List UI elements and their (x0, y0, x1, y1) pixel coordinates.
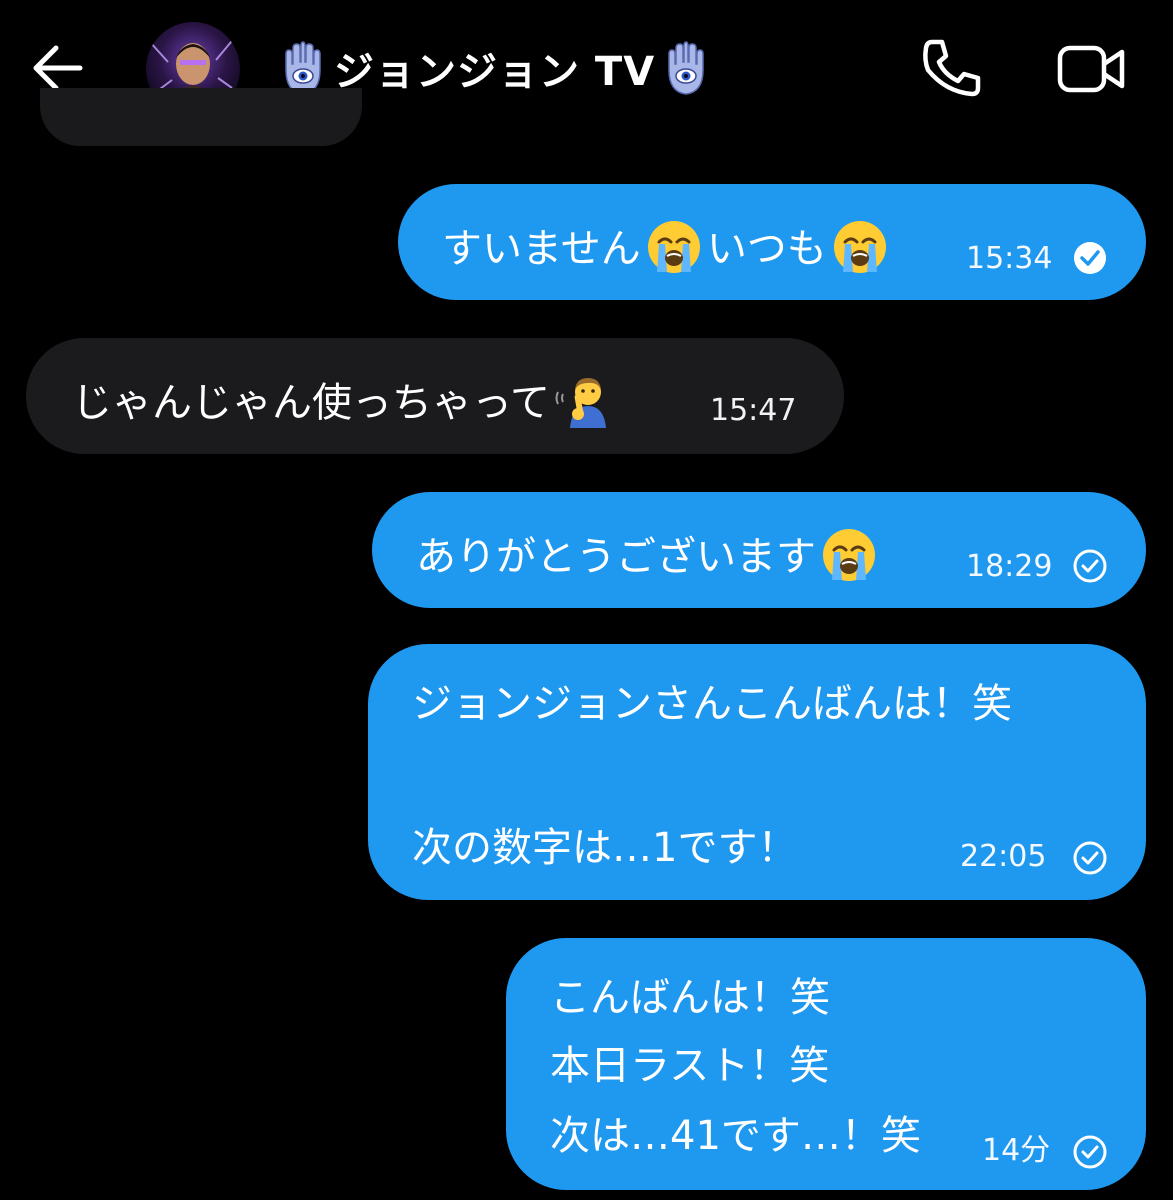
message-line: こんばんは！笑 (550, 975, 830, 1021)
video-call-button[interactable] (1056, 40, 1128, 98)
message-text: すいません いつも (442, 221, 893, 280)
chat-header: 霊眼の力をなめるなよ ジョンジョン TV (0, 0, 1173, 146)
voice-call-button[interactable] (918, 36, 984, 102)
outgoing-message-bubble[interactable]: すいません いつも 15:34 (398, 184, 1146, 300)
phone-icon (923, 39, 981, 97)
sent-check-icon (1073, 1135, 1107, 1169)
sent-check-icon (1073, 549, 1107, 583)
message-text-part: じゃんじゃん使っちゃって (72, 380, 550, 426)
loudly-crying-face-icon (647, 221, 700, 273)
message-text-part: すいません (442, 226, 641, 272)
message-timestamp: 18:29 (966, 549, 1053, 584)
loudly-crying-face-icon (833, 221, 886, 273)
message-text-part: いつも (706, 226, 827, 272)
message-timestamp: 22:05 (960, 839, 1047, 874)
hamsa-eye-icon (668, 41, 704, 95)
message-timestamp: 15:34 (966, 241, 1053, 276)
message-line: 本日ラスト！笑 (550, 1043, 830, 1089)
sent-check-icon (1073, 841, 1107, 875)
outgoing-message-bubble[interactable]: ジョンジョンさんこんばんは！笑 次の数字は…1です！ 22:05 (368, 644, 1146, 900)
chat-title-text: ジョンジョン TV (334, 49, 656, 95)
outgoing-message-bubble[interactable]: こんばんは！笑 本日ラスト！笑 次は…41です…！笑 14分 (506, 938, 1146, 1190)
loudly-crying-face-icon (823, 529, 875, 581)
read-check-icon (1074, 242, 1106, 274)
previous-message-bubble (40, 88, 362, 146)
video-camera-icon (1057, 45, 1125, 93)
message-line: ジョンジョンさんこんばんは！笑 (412, 681, 1012, 727)
message-text: ありがとうございます (416, 529, 882, 588)
message-text-part: ありがとうございます (416, 534, 816, 580)
message-line: 次は…41です…！笑 (550, 1113, 921, 1159)
message-timestamp: 14分 (982, 1133, 1051, 1168)
message-line: 次の数字は…1です！ (412, 825, 798, 871)
outgoing-message-bubble[interactable]: ありがとうございます 18:29 (372, 492, 1146, 608)
incoming-message-bubble[interactable]: じゃんじゃん使っちゃって 15:47 (26, 338, 844, 454)
message-timestamp: 15:47 (710, 393, 797, 428)
shushing-person-icon (555, 378, 606, 428)
message-text: じゃんじゃん使っちゃって (72, 376, 616, 434)
